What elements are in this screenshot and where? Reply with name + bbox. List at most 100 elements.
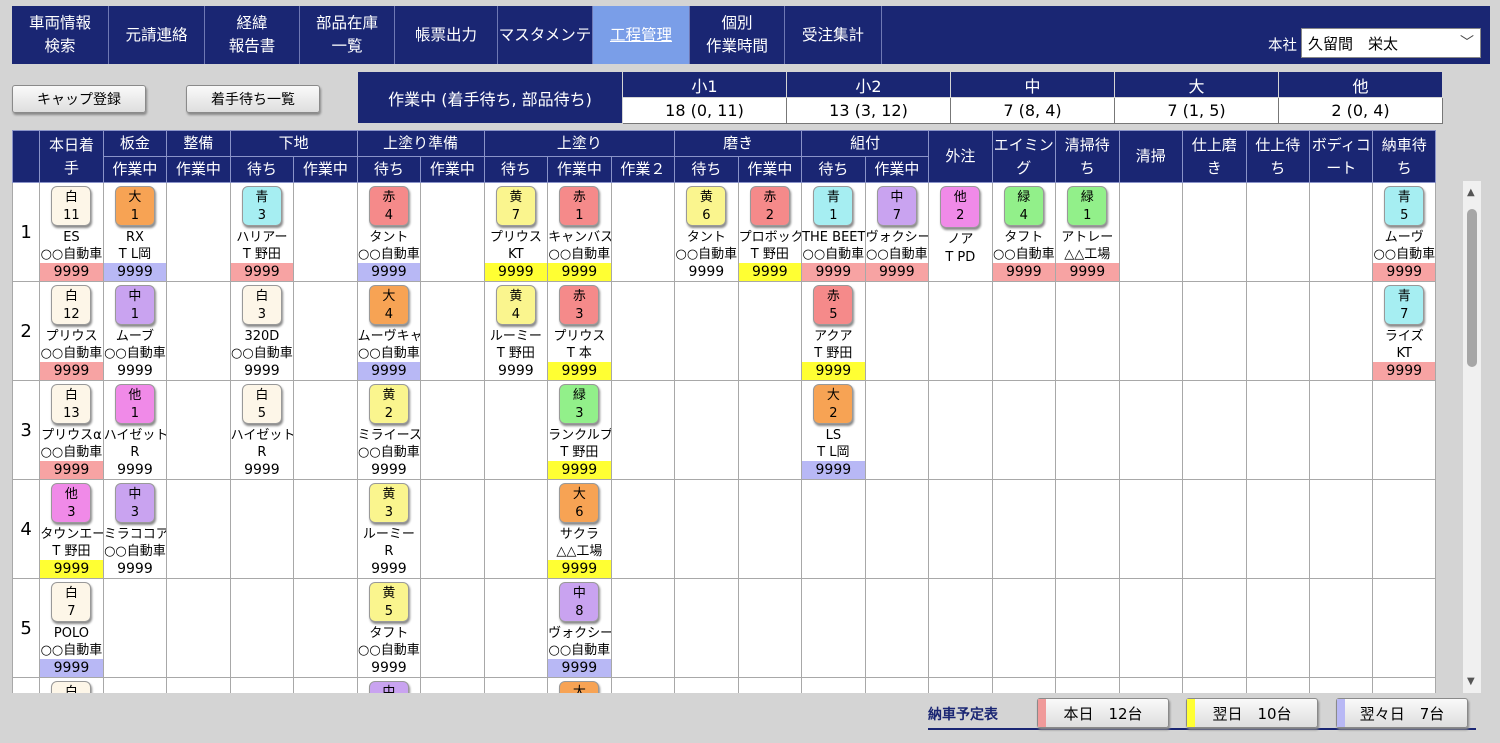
vehicle-card[interactable]: 緑3ランクルプラドT 野田9999	[548, 381, 611, 479]
vehicle-card[interactable]: 青 3 ハリアー T 野田 9999	[230, 183, 294, 281]
size-color-tile[interactable]: 白 13	[51, 384, 92, 424]
vehicle-card[interactable]: 大4ムーヴキャンバス○○自動車9999	[357, 282, 421, 380]
size-color-tile[interactable]: 大6	[559, 483, 600, 523]
chevron-down-icon[interactable]: ﹀	[1460, 32, 1474, 52]
size-color-tile[interactable]: 大4	[368, 285, 409, 325]
scroll-thumb[interactable]	[1467, 209, 1477, 367]
size-color-tile[interactable]: 青3	[241, 186, 282, 226]
delivery-today-button[interactable]: 本日 12台	[1037, 698, 1169, 728]
size-color-tile[interactable]: 白3	[241, 285, 282, 325]
size-color-tile[interactable]: 白	[51, 681, 92, 693]
vehicle-card[interactable]: 他 2 ノア T PD	[929, 183, 991, 281]
vehicle-card[interactable]: 白 7 POLO ○○自動車 9999	[40, 579, 103, 677]
nav-item[interactable]: 元請連絡	[109, 6, 205, 64]
size-color-tile[interactable]: 赤5	[813, 285, 854, 325]
size-color-tile[interactable]: 中7	[876, 186, 917, 226]
nav-item[interactable]: マスタメンテ	[498, 6, 593, 64]
vehicle-card[interactable]: 白5ハイゼットカーゴR9999	[231, 381, 293, 479]
cap-register-button[interactable]: キャップ登録	[12, 85, 146, 113]
nav-item[interactable]: 受注集計	[785, 6, 882, 64]
size-color-tile[interactable]: 赤1	[559, 186, 600, 226]
vehicle-card[interactable]: 緑 4 タフト ○○自動車 9999	[992, 183, 1056, 281]
vehicle-card[interactable]: 白 11 ES ○○自動車 9999	[40, 183, 103, 281]
vehicle-card[interactable]: 中	[358, 678, 420, 693]
plate-number: 9999	[357, 263, 421, 281]
size-color-tile[interactable]: 赤4	[368, 186, 409, 226]
size-color-tile[interactable]: 緑1	[1067, 186, 1108, 226]
vehicle-card[interactable]: 中 3 ミラココア ○○自動車 9999	[104, 480, 166, 578]
vehicle-card[interactable]: 白 12 プリウス ○○自動車 9999	[40, 282, 103, 380]
nav-item[interactable]: 工程管理	[593, 6, 690, 64]
size-color-tile[interactable]: 大2	[813, 384, 854, 424]
size-color-tile[interactable]: 青7	[1384, 285, 1425, 325]
vehicle-card[interactable]: 白 3 320D ○○自動車 9999	[231, 282, 293, 380]
size-color-tile[interactable]: 緑3	[559, 384, 600, 424]
size-color-tile[interactable]: 他3	[51, 483, 92, 523]
vehicle-card[interactable]: 黄 2 ミライース ○○自動車 9999	[358, 381, 420, 479]
size-color-tile[interactable]: 黄4	[495, 285, 536, 325]
vehicle-card[interactable]: 黄 4 ルーミー T 野田 9999	[485, 282, 547, 380]
scroll-up-icon[interactable]: ▲	[1467, 187, 1475, 198]
size-color-tile[interactable]: 赤3	[559, 285, 600, 325]
vehicle-name: ランクルプラド	[548, 428, 611, 443]
size-color-tile[interactable]: 中8	[559, 582, 600, 622]
column-header: 磨き	[674, 130, 803, 157]
vehicle-card[interactable]: 中 7 ヴォクシー ○○自動車 9999	[865, 183, 929, 281]
nav-item[interactable]: 車両情報 検索	[12, 6, 109, 64]
size-color-tile[interactable]: 青5	[1384, 186, 1425, 226]
nav-item[interactable]: 部品在庫 一覧	[300, 6, 395, 64]
vehicle-card[interactable]: 緑 1 アトレー △△工場 9999	[1056, 183, 1119, 281]
nav-item[interactable]: 個別 作業時間	[690, 6, 785, 64]
vehicle-card[interactable]: 白 13 プリウスα ○○自動車 9999	[40, 381, 103, 479]
vehicle-card[interactable]: 中 1 ムーブ ○○自動車 9999	[104, 282, 166, 380]
vehicle-card[interactable]: 他 1 ハイゼット R 9999	[104, 381, 166, 479]
vehicle-card[interactable]: 青1THE BEETLE○○自動車9999	[802, 183, 865, 281]
vehicle-card[interactable]: 赤 5 アクア T 野田 9999	[802, 282, 865, 380]
vehicle-card[interactable]: 赤 4 タント ○○自動車 9999	[357, 183, 421, 281]
size-color-tile[interactable]: 白7	[51, 582, 92, 622]
vehicle-card[interactable]: 黄 6 タント ○○自動車 9999	[675, 183, 737, 281]
size-color-tile[interactable]: 黄6	[686, 186, 727, 226]
waiting-list-button[interactable]: 着手待ち一覧	[186, 85, 320, 113]
vehicle-card[interactable]: 赤 3 プリウス T 本 9999	[548, 282, 611, 380]
size-color-tile[interactable]: 中3	[114, 483, 155, 523]
size-color-tile[interactable]: 黄2	[368, 384, 409, 424]
vehicle-card[interactable]: 黄 3 ルーミー R 9999	[358, 480, 420, 578]
size-color-tile[interactable]: 中1	[114, 285, 155, 325]
nav-item[interactable]: 経緯 報告書	[205, 6, 300, 64]
delivery-tomorrow-button[interactable]: 翌日 10台	[1186, 698, 1318, 728]
size-color-tile[interactable]: 黄5	[368, 582, 409, 622]
vehicle-card[interactable]: 青 7 ライズ KT 9999	[1373, 282, 1435, 380]
scroll-down-icon[interactable]: ▼	[1467, 676, 1475, 687]
vehicle-card[interactable]: 黄 7 プリウス KT 9999	[484, 183, 548, 281]
vehicle-card[interactable]: 中 8 ヴォクシー ○○自動車 9999	[548, 579, 611, 677]
size-color-tile[interactable]: 黄7	[495, 186, 536, 226]
size-color-tile[interactable]: 赤2	[749, 186, 790, 226]
vehicle-card[interactable]: 他3タウンエースT 野田9999	[40, 480, 103, 578]
size-color-tile[interactable]: 大1	[114, 186, 155, 226]
vehicle-card[interactable]: 大 6 サクラ △△工場 9999	[548, 480, 611, 578]
vehicle-card[interactable]: 大 2 LS T L岡 9999	[802, 381, 865, 479]
size-color-tile[interactable]: 緑4	[1003, 186, 1044, 226]
vehicle-card[interactable]: 大	[548, 678, 610, 693]
size-color-tile[interactable]: 他1	[114, 384, 155, 424]
vertical-scrollbar[interactable]: ▲ ▼	[1463, 181, 1481, 693]
size-color-tile[interactable]: 他2	[940, 186, 981, 228]
size-color-tile[interactable]: 中	[368, 681, 409, 693]
board-cell	[166, 281, 231, 381]
vehicle-card[interactable]: 黄 5 タフト ○○自動車 9999	[358, 579, 420, 677]
size-color-tile[interactable]: 黄3	[368, 483, 409, 523]
vehicle-card[interactable]: 赤 1 キャンバス ○○自動車 9999	[548, 183, 611, 281]
size-color-tile[interactable]: 白 11	[51, 186, 92, 226]
vehicle-card[interactable]: 青 5 ムーヴ ○○自動車 9999	[1373, 183, 1435, 281]
nav-item[interactable]: 帳票出力	[395, 6, 498, 64]
size-color-tile[interactable]: 大	[559, 681, 600, 693]
size-color-tile[interactable]: 白 12	[51, 285, 92, 325]
size-color-tile[interactable]: 白5	[241, 384, 282, 424]
vehicle-card[interactable]: 白	[40, 678, 102, 693]
vehicle-card[interactable]: 大 1 RX T L岡 9999	[103, 183, 167, 281]
user-select[interactable]: 久留間 栄太 ﹀	[1301, 28, 1481, 58]
delivery-dayafter-button[interactable]: 翌々日 7台	[1336, 698, 1468, 728]
size-color-tile[interactable]: 青1	[813, 186, 854, 226]
vehicle-card[interactable]: 赤2プロボックスT 野田9999	[738, 183, 802, 281]
